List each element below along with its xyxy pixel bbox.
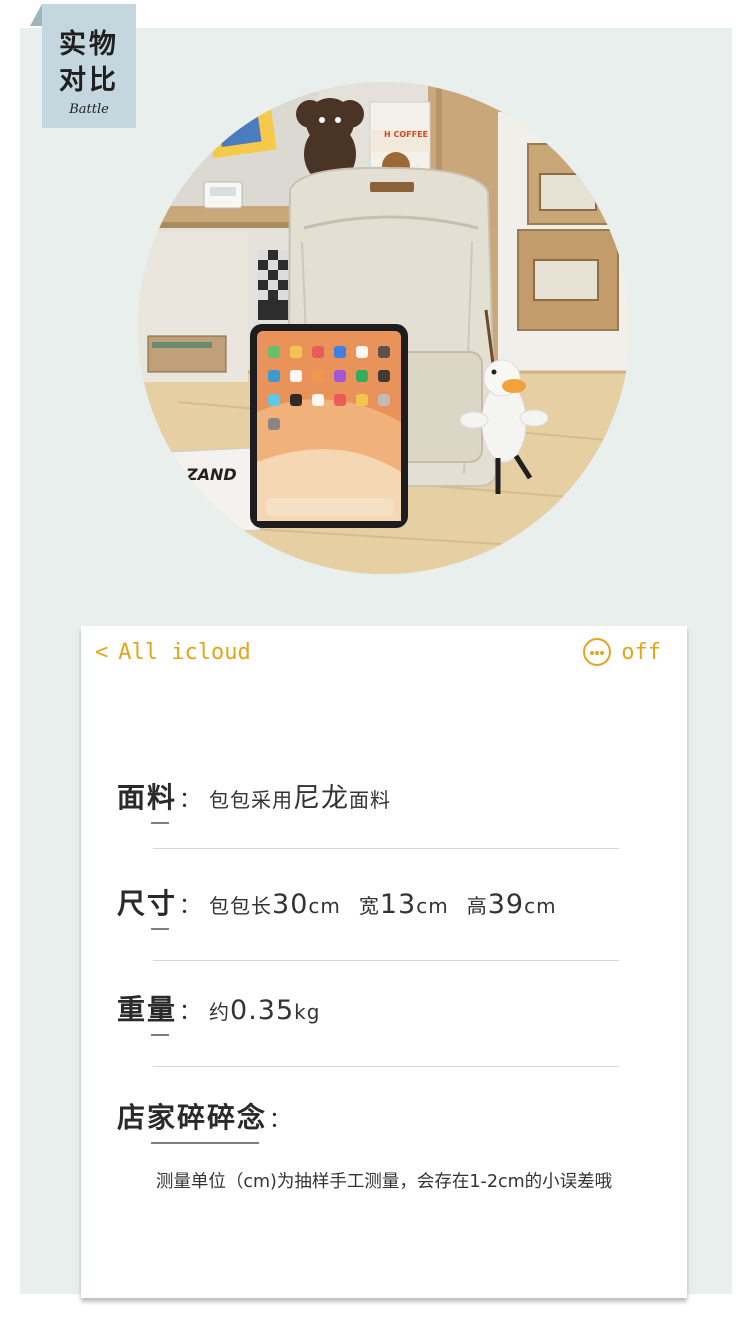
- chevron-left-icon: <: [95, 640, 109, 665]
- spec-weight-label: 重量: [117, 988, 177, 1036]
- backpack-photo-illustration: H COFFEE ZAND: [138, 82, 630, 574]
- coffee-cup-text: H COFFEE: [384, 130, 428, 139]
- badge-fold: [30, 4, 42, 26]
- divider: [153, 848, 619, 849]
- badge-subtitle: Battle: [69, 102, 109, 117]
- spec-size: 尺寸 ： 包包长30cm 宽13cm 高39cm: [117, 882, 557, 930]
- unit: cm: [308, 894, 341, 918]
- spec-colon: ：: [179, 894, 202, 919]
- badge-title-line-2: 对比: [59, 65, 119, 96]
- height-number: 39: [487, 889, 525, 920]
- length-number: 30: [272, 889, 309, 920]
- spec-colon: ：: [179, 1000, 202, 1025]
- unit: cm: [416, 894, 449, 918]
- value-part: 包包长: [209, 894, 273, 918]
- spec-colon: ：: [179, 788, 202, 813]
- value-part-emphasis: 尼龙: [293, 783, 350, 814]
- badge-title-line-1: 实物: [59, 29, 119, 60]
- value-part: 宽: [358, 894, 380, 918]
- divider: [153, 1066, 619, 1067]
- product-photo: H COFFEE ZAND: [138, 82, 630, 574]
- measurement-note: 测量单位（cm)为抽样手工测量，会存在1-2cm的小误差哦: [155, 1172, 613, 1192]
- spec-shop-notes-label: 店家碎碎念: [117, 1096, 267, 1144]
- spec-weight-value: 约0.35kg: [209, 995, 320, 1026]
- divider: [153, 960, 619, 961]
- comparison-badge: 实物 对比 Battle: [42, 4, 136, 128]
- spec-size-value: 包包长30cm 宽13cm 高39cm: [209, 889, 557, 920]
- back-link-label: All icloud: [118, 640, 251, 665]
- unit: kg: [294, 1000, 321, 1024]
- value-part: 包包采用: [209, 788, 294, 812]
- off-label[interactable]: off: [621, 640, 661, 665]
- spec-weight: 重量 ： 约0.35kg: [117, 988, 320, 1036]
- spec-size-label: 尺寸: [117, 882, 177, 930]
- spec-material-label: 面料: [117, 776, 177, 824]
- back-link[interactable]: < All icloud: [95, 640, 251, 665]
- width-number: 13: [379, 889, 417, 920]
- value-part: 约: [209, 1000, 231, 1024]
- value-part: 高: [466, 894, 488, 918]
- product-spec-card: < All icloud off 面料 ： 包包采用尼龙面料 尺寸 ： 包包长30…: [81, 626, 687, 1298]
- nav-right-group: off: [583, 638, 661, 666]
- book-cover-text: ZAND: [185, 465, 237, 484]
- more-dots-icon[interactable]: [583, 638, 612, 666]
- unit: cm: [524, 894, 557, 918]
- spec-material-value: 包包采用尼龙面料: [209, 776, 391, 815]
- spec-colon: ：: [269, 1108, 292, 1133]
- value-part: 面料: [349, 788, 392, 812]
- weight-number: 0.35: [230, 995, 295, 1026]
- spec-shop-notes: 店家碎碎念 ：: [117, 1096, 299, 1144]
- spec-material: 面料 ： 包包采用尼龙面料: [117, 776, 391, 824]
